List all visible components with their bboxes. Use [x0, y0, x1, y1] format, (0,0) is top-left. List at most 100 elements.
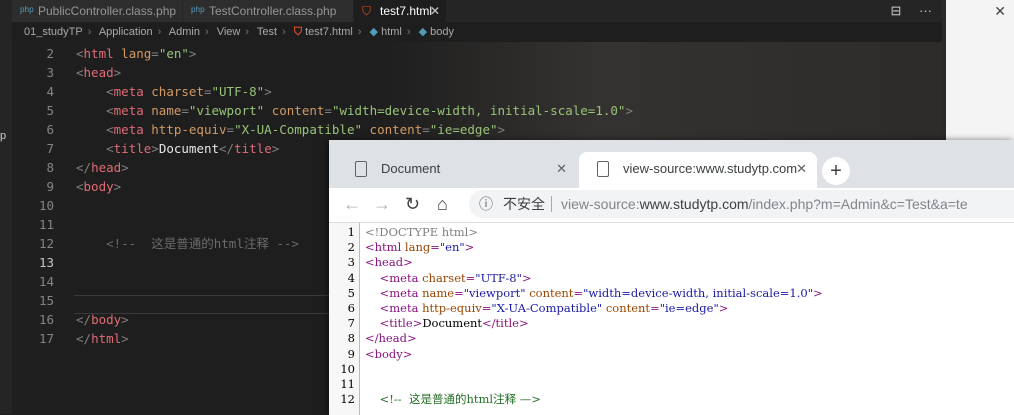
editor-tab-test-controller[interactable]: ᵖʰᵖ TestController.class.php [183, 0, 353, 22]
window-close-icon[interactable]: ✕ [994, 3, 1006, 20]
insecure-label[interactable]: 不安全 [503, 190, 545, 218]
line-number: 11 [38, 217, 54, 232]
source-token [365, 301, 380, 315]
close-icon[interactable]: ✕ [430, 0, 440, 22]
code-token: < [76, 46, 84, 61]
source-line-number: 11 [340, 377, 355, 391]
breadcrumb-item[interactable]: html [381, 26, 402, 38]
source-line-number: 6 [347, 301, 355, 315]
editor-tab-public-controller[interactable]: ᵖʰᵖ PublicController.class.php [12, 0, 182, 22]
line-number: 2 [46, 46, 54, 61]
source-token: > [813, 285, 823, 300]
reload-icon[interactable]: ↻ [405, 194, 420, 215]
source-line: <html lang="en"> [365, 240, 474, 255]
breadcrumb-item[interactable]: Application [99, 26, 153, 38]
browser-tab-document[interactable]: Document ✕ [337, 152, 577, 188]
source-line: <meta name="viewport" content="width=dev… [365, 286, 823, 301]
breadcrumb-item[interactable]: View [217, 26, 241, 38]
code-token: meta [113, 103, 144, 118]
source-token [365, 286, 380, 300]
line-number: 3 [46, 65, 54, 80]
chevron-right-icon: › [282, 26, 286, 38]
address-bar[interactable]: ⓘ 不安全 view-source:www.studytp.com/index.… [469, 190, 1014, 218]
close-icon[interactable]: ✕ [556, 152, 567, 186]
browser-window: Document ✕ view-source:www.studytp.com ✕… [329, 140, 1014, 415]
line-number-gutter: 2 3 4 5 6 7 8 9 10 11 12 13 14 15 16 17 [12, 42, 74, 414]
code-token: charset [143, 84, 204, 99]
browser-toolbar: ← → ↻ ⌂ ⓘ 不安全 view-source:www.studytp.co… [329, 188, 1014, 222]
code-token: < [76, 103, 114, 118]
line-number: 16 [38, 312, 54, 327]
code-token: "viewport" [188, 103, 265, 118]
code-token: > [625, 103, 633, 118]
breadcrumb-item[interactable]: test7.html [305, 26, 353, 38]
source-token: = [650, 301, 660, 315]
browser-tab-label: view-source:www.studytp.com [623, 161, 798, 176]
line-number: 6 [46, 122, 54, 137]
source-token: charset [418, 270, 466, 285]
source-view[interactable]: 1 2 3 4 5 6 7 8 9 10 11 12 <!DOCTYPE html> <html lan… [329, 222, 1014, 415]
source-line-number: 8 [347, 331, 355, 346]
browser-tab-view-source[interactable]: view-source:www.studytp.com ✕ [579, 152, 817, 188]
source-line: <meta http-equiv="X-UA-Compatible" conte… [365, 301, 729, 316]
url-host: www.studytp.com [639, 196, 749, 212]
code-token: < [76, 122, 114, 137]
source-token: </title> [482, 316, 529, 331]
chevron-right-icon: › [87, 26, 92, 38]
source-token: = [465, 270, 476, 285]
source-token: > [521, 270, 532, 285]
code-token: > [121, 160, 129, 175]
editor-tab-bar: ᵖʰᵖ PublicController.class.php ᵖʰᵖ TestC… [12, 0, 942, 22]
code-line: </body> [76, 310, 129, 329]
code-token: = [226, 122, 235, 137]
source-token: <meta [379, 301, 419, 315]
code-token: body [91, 312, 122, 327]
close-icon[interactable]: ✕ [796, 152, 807, 186]
source-line-number: 5 [347, 285, 355, 300]
breadcrumb-item[interactable]: 01_studyTP [24, 26, 83, 38]
code-token: content [264, 103, 325, 118]
code-token: name [143, 103, 182, 118]
code-token: "en" [158, 46, 189, 61]
breadcrumb-item[interactable]: Admin [169, 26, 200, 38]
split-editor-icon[interactable]: ⊟ [890, 3, 901, 18]
source-line-gutter: 1 2 3 4 5 6 7 8 9 10 11 12 [329, 223, 360, 415]
breadcrumb-item[interactable]: Test [257, 26, 277, 38]
source-token [365, 392, 380, 406]
code-token: head [91, 160, 122, 175]
source-token: lang [401, 240, 431, 255]
code-token: > [113, 179, 122, 194]
code-token: < [76, 141, 114, 156]
editor-tab-actions: ⊟ ··· [876, 0, 932, 22]
code-token: meta [113, 84, 144, 99]
more-actions-icon[interactable]: ··· [919, 3, 932, 18]
source-line: <meta charset="UTF-8"> [365, 271, 532, 286]
code-token: content [362, 122, 423, 137]
code-token: </ [76, 160, 92, 175]
editor-tab-test7-html[interactable]: ⛉ test7.html ✕ [354, 0, 446, 22]
code-token: "width=device-width, initial-scale=1.0" [331, 103, 626, 118]
breadcrumb-item[interactable]: body [430, 26, 454, 38]
url-text: view-source:www.studytp.com/index.php?m=… [561, 190, 968, 218]
source-token: "viewport" [463, 285, 526, 300]
line-number: 14 [38, 274, 54, 289]
source-token: http-equiv [418, 301, 482, 315]
new-tab-button[interactable]: + [822, 157, 850, 185]
code-line: <!-- 这是普通的html注释 --> [76, 234, 299, 253]
code-token: </ [76, 312, 92, 327]
source-line-number: 2 [347, 240, 355, 255]
browser-tab-bar: Document ✕ view-source:www.studytp.com ✕… [329, 140, 1014, 188]
code-token: meta [113, 122, 144, 137]
home-icon[interactable]: ⌂ [437, 194, 448, 215]
source-token: = [454, 285, 464, 300]
back-arrow-icon[interactable]: ← [343, 194, 361, 215]
source-token: <head> [365, 255, 413, 270]
html5-icon: ⛉ [293, 26, 303, 38]
info-icon[interactable]: ⓘ [479, 190, 493, 218]
source-line-number: 10 [340, 361, 355, 376]
source-token: Document [422, 316, 483, 331]
forward-arrow-icon[interactable]: → [373, 194, 391, 215]
line-number: 10 [38, 198, 54, 213]
source-line-number: 1 [347, 225, 355, 239]
source-token: "ie=edge" [659, 301, 719, 315]
